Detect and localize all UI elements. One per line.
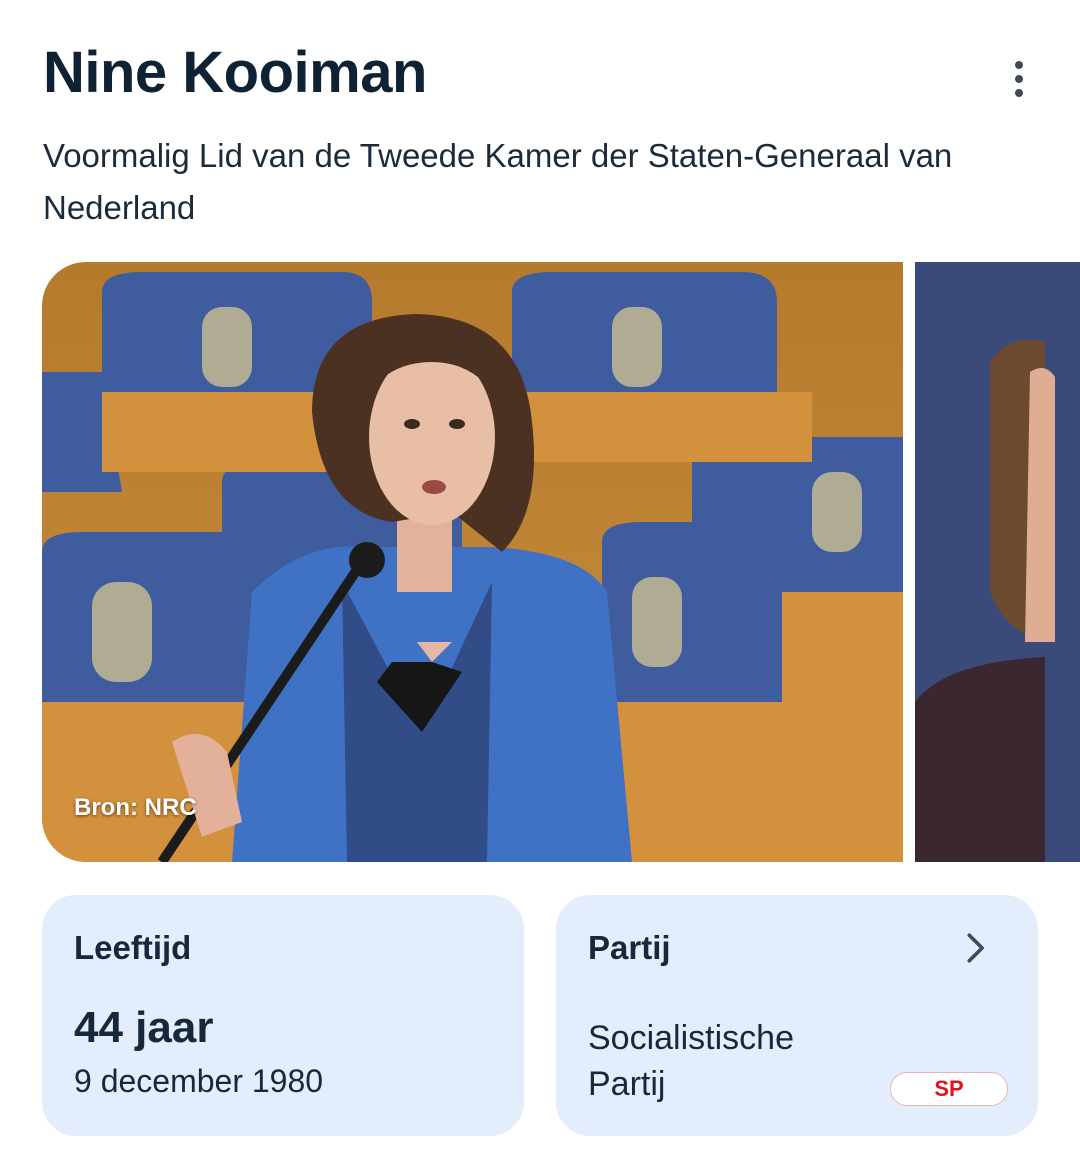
age-label: Leeftijd [74,929,192,966]
party-name: Socialistische Partij [588,1019,794,1103]
more-options-button[interactable] [995,55,1043,103]
image-credit: Bron: NRC [74,794,197,821]
page-subtitle: Voormalig Lid van de Tweede Kamer der St… [43,137,953,226]
main-photo-image [42,262,903,862]
secondary-photo[interactable] [915,262,1080,862]
main-photo[interactable]: Bron: NRC [42,262,903,862]
party-card[interactable]: Partij Socialistische Partij SP [556,895,1038,1136]
page-title: Nine Kooiman [43,40,427,105]
party-logo-text: SP [934,1076,964,1101]
image-carousel[interactable]: Bron: NRC [42,262,1080,862]
knowledge-panel-header: Nine Kooiman Voormalig Lid van de Tweede… [43,38,1033,234]
chevron-right-icon [967,933,984,963]
secondary-photo-image [915,262,1080,862]
party-label: Partij [588,929,671,966]
party-logo: SP [890,1072,1008,1106]
birth-date: 9 december 1980 [74,1063,324,1099]
age-value: 44 jaar [74,1003,214,1052]
age-card: Leeftijd 44 jaar 9 december 1980 [42,895,524,1136]
more-vert-icon [1015,61,1023,69]
